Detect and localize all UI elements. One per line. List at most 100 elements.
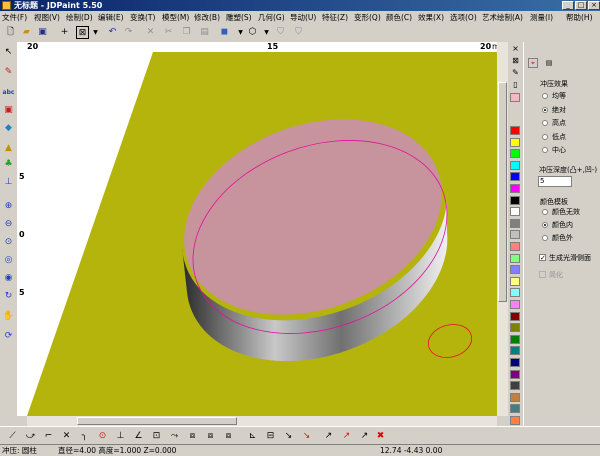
snap-alt-icon[interactable]: ↗ — [358, 430, 371, 443]
snap-red-icon[interactable]: ↗ — [340, 430, 353, 443]
node-edit-icon[interactable]: ✎ — [2, 66, 15, 79]
color-swatch[interactable] — [510, 93, 520, 102]
color-template-radio[interactable] — [542, 235, 548, 241]
stamp-effect-radio[interactable] — [542, 133, 548, 140]
color-swatch[interactable] — [510, 404, 520, 414]
drawing-canvas[interactable] — [27, 52, 497, 416]
point-tool-icon[interactable]: ⊡ — [150, 430, 163, 443]
select-arrow-icon[interactable]: ↖ — [2, 46, 15, 59]
color-swatch[interactable] — [510, 184, 520, 193]
zoom-box-icon[interactable]: ⊠ — [76, 26, 89, 39]
shade-alt-icon[interactable]: ⛉ — [292, 26, 305, 39]
color-swatch[interactable] — [510, 195, 520, 205]
cancel-icon[interactable]: ✖ — [374, 430, 387, 443]
refresh-icon[interactable]: ⟳ — [2, 330, 15, 343]
color-swatch[interactable] — [510, 126, 520, 135]
color-swatch[interactable] — [510, 334, 520, 344]
color-template-radio[interactable] — [542, 209, 548, 215]
new-file-icon[interactable]: 🗋 — [4, 26, 17, 39]
no-color-icon[interactable]: ⊠ — [511, 56, 520, 65]
vertical-scrollbar[interactable] — [497, 42, 508, 416]
color-swatch[interactable] — [510, 172, 520, 182]
mirror-tool-icon[interactable]: ⧈ — [222, 430, 235, 443]
minimize-button[interactable]: _ — [562, 1, 574, 10]
color-swatch[interactable] — [510, 381, 520, 391]
pen-icon[interactable]: ✎ — [511, 68, 520, 77]
horizontal-scrollbar[interactable] — [27, 416, 497, 426]
scroll-thumb[interactable] — [498, 82, 507, 302]
menu-deform[interactable]: 变形(Q) — [354, 11, 381, 24]
redo-icon[interactable]: ↷ — [122, 26, 135, 39]
tab-doc-icon[interactable]: ▤ — [544, 58, 554, 68]
menu-options[interactable]: 选项(O) — [450, 11, 477, 24]
undo-icon[interactable]: ↶ — [106, 26, 119, 39]
corner-tool-icon[interactable]: ⌐ — [42, 430, 55, 443]
perpendicular-icon[interactable]: ⊥ — [114, 430, 127, 443]
scroll-thumb[interactable] — [77, 417, 237, 425]
color-swatch[interactable] — [510, 323, 520, 333]
eye-icon[interactable]: ◉ — [2, 272, 15, 285]
pan-hand-icon[interactable]: ✋ — [2, 310, 15, 323]
tab-stamp-icon[interactable]: ⌖ — [528, 58, 538, 68]
menu-measure[interactable]: 测量(I) — [530, 11, 553, 24]
pick-red-icon[interactable]: ↘ — [300, 430, 313, 443]
color-swatch[interactable] — [510, 137, 520, 147]
close-button[interactable]: × — [588, 1, 600, 10]
close-icon[interactable]: × — [511, 44, 520, 53]
menu-modify[interactable]: 修改(B) — [194, 11, 220, 24]
line-tool-icon[interactable]: ⟋ — [6, 430, 19, 443]
dropdown-arrow-icon[interactable]: ▼ — [89, 26, 102, 39]
curve-tool-icon[interactable]: ⤳ — [168, 430, 181, 443]
menu-feature[interactable]: 特征(Z) — [322, 11, 348, 24]
color-swatch[interactable] — [510, 276, 520, 286]
color-swatch[interactable] — [510, 207, 520, 217]
rotate-view-icon[interactable]: ↻ — [2, 290, 15, 303]
color-swatch[interactable] — [510, 369, 520, 379]
stamp-icon[interactable]: ♣ — [2, 158, 15, 171]
color-swatch[interactable] — [510, 230, 520, 240]
array-alt-icon[interactable]: ⧈ — [204, 430, 217, 443]
menu-sculpt[interactable]: 雕塑(S) — [226, 11, 252, 24]
menu-color[interactable]: 颜色(C) — [386, 11, 412, 24]
color-swatch[interactable] — [510, 265, 520, 275]
color-template-radio[interactable] — [542, 222, 548, 228]
shade-icon[interactable]: ⛉ — [274, 26, 287, 39]
simplify-checkbox[interactable] — [539, 271, 546, 278]
smooth-side-checkbox[interactable]: ✓ — [539, 254, 546, 262]
angle-tool-icon[interactable]: ∠ — [132, 430, 145, 443]
paint-bucket-icon[interactable]: ▲ — [2, 142, 15, 155]
stamp-effect-radio[interactable] — [542, 93, 548, 99]
menu-edit[interactable]: 编辑(E) — [98, 11, 124, 24]
eraser-icon[interactable]: ◆ — [2, 122, 15, 135]
maximize-button[interactable]: □ — [575, 1, 587, 10]
pick-tool-icon[interactable]: ↘ — [282, 430, 295, 443]
color-swatch[interactable] — [510, 288, 520, 298]
delete-icon[interactable]: ✕ — [144, 26, 157, 39]
transform-box-icon[interactable]: ▣ — [2, 104, 15, 117]
stamp-effect-radio[interactable] — [542, 120, 548, 126]
dropdown-arrow-icon[interactable]: ▼ — [260, 26, 273, 39]
menu-file[interactable]: 文件(F) — [2, 11, 27, 24]
color-swatch[interactable] — [510, 358, 520, 367]
menu-effect[interactable]: 效果(X) — [418, 11, 444, 24]
color-swatch[interactable] — [510, 416, 520, 425]
text-abc-icon[interactable]: abc — [2, 86, 15, 99]
measure-line-icon[interactable]: ⊾ — [246, 430, 259, 443]
trim-tool-icon[interactable]: ✕ — [60, 430, 73, 443]
color-swatch[interactable] — [510, 392, 520, 402]
color-swatch[interactable] — [510, 300, 520, 309]
zoom-window-icon[interactable]: ⊙ — [2, 236, 15, 249]
color-swatch[interactable] — [510, 346, 520, 356]
zoom-all-icon[interactable]: ◎ — [2, 254, 15, 267]
circle-tool-icon[interactable]: ⊙ — [96, 430, 109, 443]
menu-help[interactable]: 帮助(H) — [566, 11, 593, 24]
snap-tool-icon[interactable]: ↗ — [322, 430, 335, 443]
stamp-effect-radio[interactable] — [542, 106, 548, 113]
brush-icon[interactable]: ▯ — [511, 80, 520, 89]
array-tool-icon[interactable]: ⧈ — [186, 430, 199, 443]
menu-draw[interactable]: 绘制(D) — [66, 11, 93, 24]
view-rotate-icon[interactable]: ⬡ — [246, 26, 259, 39]
cut-icon[interactable]: ✂ — [162, 26, 175, 39]
stamp-effect-radio[interactable] — [542, 147, 548, 153]
color-swatch[interactable] — [510, 253, 520, 263]
